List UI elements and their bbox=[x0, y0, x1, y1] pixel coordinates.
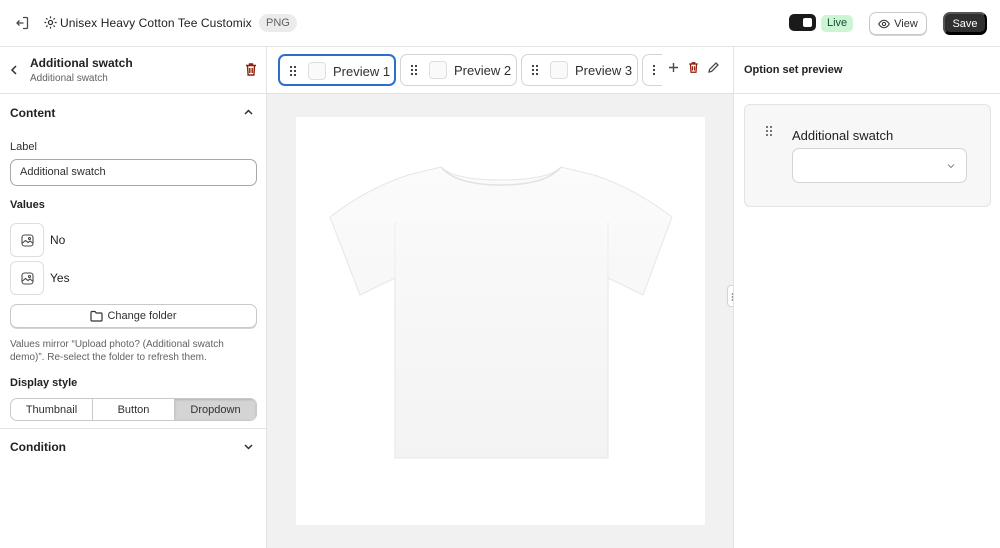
display-style-segmented-control: Thumbnail Button Dropdown bbox=[10, 398, 257, 421]
tab-thumbnail bbox=[429, 61, 447, 79]
right-panel-title: Option set preview bbox=[744, 64, 843, 76]
right-panel-header: Option set preview bbox=[734, 47, 1000, 94]
value-thumbnail[interactable] bbox=[10, 223, 44, 257]
condition-section-title: Condition bbox=[10, 440, 66, 454]
drag-handle-icon[interactable] bbox=[765, 125, 773, 137]
condition-section-header[interactable]: Condition bbox=[0, 429, 266, 465]
save-button[interactable]: Save bbox=[943, 12, 987, 35]
chevron-down-icon bbox=[244, 444, 253, 450]
drag-handle-icon[interactable] bbox=[652, 64, 660, 76]
panel-header: Additional swatch Additional swatch bbox=[0, 47, 266, 94]
content-section-header[interactable]: Content bbox=[0, 95, 266, 131]
display-style-thumbnail[interactable]: Thumbnail bbox=[11, 399, 93, 420]
tab-label: Preview 1 bbox=[333, 64, 391, 79]
option-settings-panel: Additional swatch Additional swatch Cont… bbox=[0, 47, 267, 548]
top-bar: Unisex Heavy Cotton Tee Customix PNG Liv… bbox=[0, 0, 1000, 47]
display-style-dropdown[interactable]: Dropdown bbox=[175, 399, 256, 420]
trash-icon[interactable] bbox=[687, 61, 700, 74]
preview-canvas[interactable] bbox=[296, 117, 705, 525]
tab-label: Preview 2 bbox=[454, 63, 512, 78]
value-thumbnail[interactable] bbox=[10, 261, 44, 295]
tab-thumbnail bbox=[308, 62, 326, 80]
value-item-no[interactable]: No bbox=[10, 223, 210, 257]
toggle-knob bbox=[803, 18, 812, 27]
values-heading: Values bbox=[10, 199, 45, 211]
chevron-left-icon[interactable] bbox=[8, 63, 20, 77]
content-section-title: Content bbox=[10, 106, 56, 120]
tab-label: Preview 3 bbox=[575, 63, 633, 78]
pencil-icon[interactable] bbox=[707, 61, 720, 74]
drag-handle-icon[interactable] bbox=[531, 64, 539, 76]
view-button[interactable]: View bbox=[869, 12, 927, 35]
tab-preview-2[interactable]: Preview 2 bbox=[400, 54, 517, 86]
panel-subtitle: Additional swatch bbox=[30, 73, 108, 84]
values-help-text: Values mirror “Upload photo? (Additional… bbox=[10, 339, 224, 363]
value-label: No bbox=[50, 233, 66, 247]
chevron-down-icon bbox=[947, 164, 955, 169]
gear-icon[interactable] bbox=[43, 15, 58, 30]
option-dropdown[interactable] bbox=[792, 148, 967, 183]
change-folder-button[interactable]: Change folder bbox=[10, 304, 257, 328]
image-icon bbox=[21, 272, 34, 285]
preview-tabs-bar: Preview 1 Preview 2 Preview 3 bbox=[267, 47, 733, 94]
tab-preview-3[interactable]: Preview 3 bbox=[521, 54, 638, 86]
preview-canvas-area: Preview 1 Preview 2 Preview 3 bbox=[267, 47, 739, 548]
label-field-label: Label bbox=[10, 141, 37, 153]
exit-icon[interactable] bbox=[14, 15, 30, 31]
view-button-label: View bbox=[894, 17, 918, 30]
value-item-yes[interactable]: Yes bbox=[10, 261, 210, 295]
value-label: Yes bbox=[50, 271, 70, 285]
option-set-preview-panel: Option set preview Additional swatch bbox=[733, 47, 1000, 548]
change-folder-label: Change folder bbox=[107, 310, 177, 322]
label-input[interactable]: Additional swatch bbox=[10, 159, 257, 186]
live-status-badge: Live bbox=[821, 15, 854, 32]
option-label: Additional swatch bbox=[792, 128, 894, 143]
plus-icon[interactable] bbox=[667, 61, 680, 74]
eye-icon bbox=[878, 19, 891, 28]
display-style-heading: Display style bbox=[10, 377, 78, 389]
drag-handle-icon[interactable] bbox=[410, 64, 418, 76]
panel-title: Additional swatch bbox=[30, 56, 133, 70]
image-icon bbox=[21, 234, 34, 247]
trash-icon[interactable] bbox=[244, 62, 258, 77]
drag-handle-icon[interactable] bbox=[289, 65, 297, 77]
tshirt-mockup-image bbox=[329, 166, 673, 459]
display-style-button[interactable]: Button bbox=[93, 399, 175, 420]
tab-preview-1[interactable]: Preview 1 bbox=[278, 54, 396, 86]
tab-overflow[interactable] bbox=[642, 54, 662, 86]
option-preview-card: Additional swatch bbox=[744, 104, 991, 207]
chevron-up-icon bbox=[244, 109, 253, 115]
file-type-badge: PNG bbox=[259, 14, 297, 32]
product-title[interactable]: Unisex Heavy Cotton Tee Customix bbox=[60, 16, 252, 30]
tab-thumbnail bbox=[550, 61, 568, 79]
live-toggle[interactable] bbox=[789, 14, 816, 31]
folder-icon bbox=[90, 310, 104, 322]
